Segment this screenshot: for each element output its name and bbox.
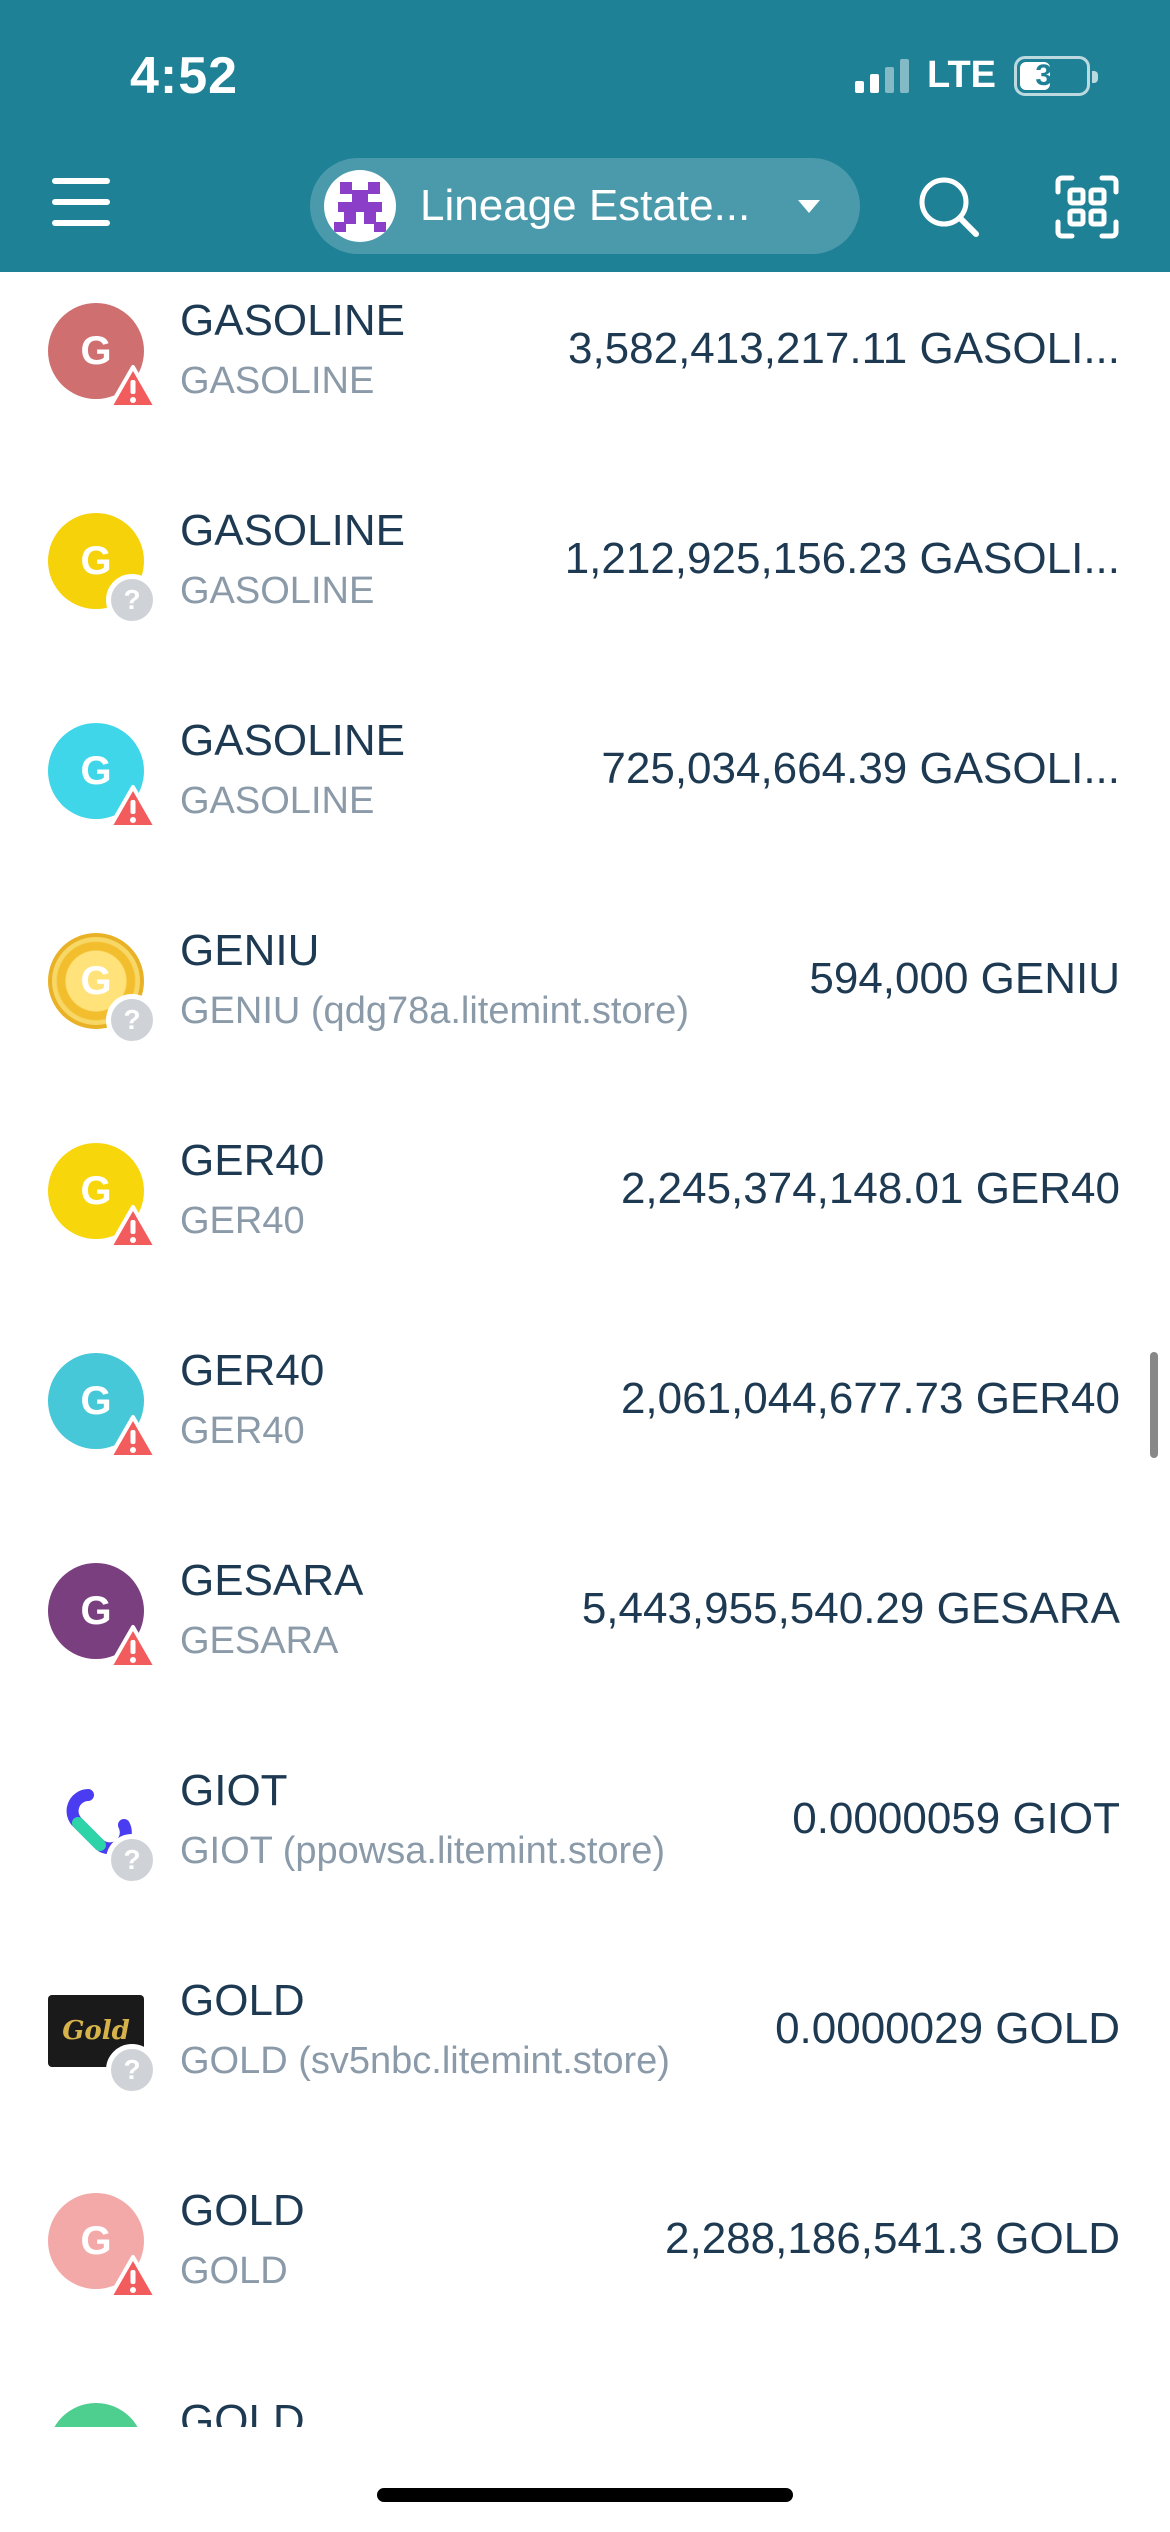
token-row[interactable]: G GER40 GER40 2,245,374,148.01 GER40 bbox=[0, 1108, 1170, 1318]
question-mark-icon: ? bbox=[106, 994, 158, 1046]
token-subtitle: GASOLINE bbox=[180, 570, 375, 612]
network-type: LTE bbox=[927, 54, 996, 96]
token-title: GOLD bbox=[180, 2186, 305, 2235]
token-subtitle: GOLD (sv5nbc.litemint.store) bbox=[180, 2040, 670, 2082]
account-name: Lineage Estate... bbox=[420, 181, 751, 230]
cellular-signal-icon bbox=[855, 58, 910, 93]
question-mark-icon: ? bbox=[106, 574, 158, 626]
token-icon bbox=[48, 2403, 144, 2427]
battery-level: 35 bbox=[1035, 58, 1069, 92]
token-balance: 1,212,925,156.23 GASOLI... bbox=[564, 534, 1120, 583]
token-list[interactable]: G GASOLINE GASOLINE 3,582,413,217.11 GASOLI… bbox=[0, 272, 1170, 2427]
token-subtitle: GASOLINE bbox=[180, 780, 375, 822]
token-subtitle: GIOT (ppowsa.litemint.store) bbox=[180, 1830, 666, 1872]
token-balance: 5,443,955,540.29 GESARA bbox=[581, 1584, 1120, 1633]
token-row[interactable]: GOLD bbox=[0, 2368, 1170, 2427]
scrollbar[interactable] bbox=[1150, 1352, 1158, 1458]
qr-scan-icon[interactable] bbox=[1052, 172, 1122, 242]
token-row[interactable]: Gold? GOLD GOLD (sv5nbc.litemint.store) 0.0… bbox=[0, 1948, 1170, 2158]
question-mark-icon: ? bbox=[106, 2044, 158, 2096]
status-indicators: LTE 35 bbox=[855, 54, 1098, 97]
token-title: GOLD bbox=[180, 1976, 305, 2025]
warning-icon bbox=[108, 365, 158, 409]
token-title: GIOT bbox=[180, 1766, 288, 1815]
token-row[interactable]: G? GENIU GENIU (qdg78a.litemint.store) 594,… bbox=[0, 898, 1170, 1108]
token-row[interactable]: G GASOLINE GASOLINE 725,034,664.39 GASOLI..… bbox=[0, 688, 1170, 898]
token-balance: 2,288,186,541.3 GOLD bbox=[665, 2214, 1120, 2263]
warning-icon bbox=[108, 1625, 158, 1669]
token-subtitle: GESARA bbox=[180, 1620, 339, 1662]
token-icon-letter: G bbox=[80, 538, 112, 583]
token-row[interactable]: G GOLD GOLD 2,288,186,541.3 GOLD bbox=[0, 2158, 1170, 2368]
token-title: GASOLINE bbox=[180, 506, 405, 555]
token-title: GASOLINE bbox=[180, 716, 405, 765]
token-row[interactable]: G? GASOLINE GASOLINE 1,212,925,156.23 GASOL… bbox=[0, 478, 1170, 688]
token-row[interactable]: G GASOLINE GASOLINE 3,582,413,217.11 GASOLI… bbox=[0, 272, 1170, 478]
token-row[interactable]: G GER40 GER40 2,061,044,677.73 GER40 bbox=[0, 1318, 1170, 1528]
token-title: GER40 bbox=[180, 1136, 325, 1185]
token-icon-letter: G bbox=[80, 958, 112, 1003]
warning-icon bbox=[108, 1205, 158, 1249]
token-balance: 2,061,044,677.73 GER40 bbox=[620, 1374, 1120, 1423]
token-subtitle: GENIU (qdg78a.litemint.store) bbox=[180, 990, 689, 1032]
token-subtitle: GER40 bbox=[180, 1200, 305, 1242]
token-subtitle: GASOLINE bbox=[180, 360, 375, 402]
token-title: GENIU bbox=[180, 926, 320, 975]
question-mark-icon: ? bbox=[106, 1834, 158, 1886]
chevron-down-icon bbox=[798, 199, 820, 213]
warning-icon bbox=[108, 2255, 158, 2299]
home-indicator[interactable] bbox=[377, 2488, 793, 2502]
token-title: GASOLINE bbox=[180, 296, 405, 345]
account-selector[interactable]: Lineage Estate... bbox=[310, 158, 860, 254]
token-balance: 0.0000029 GOLD bbox=[775, 2004, 1120, 2053]
search-icon[interactable] bbox=[914, 172, 984, 242]
token-title: GER40 bbox=[180, 1346, 325, 1395]
token-title: GESARA bbox=[180, 1556, 364, 1605]
account-avatar-icon bbox=[324, 170, 396, 242]
token-row[interactable]: G GESARA GESARA 5,443,955,540.29 GESARA bbox=[0, 1528, 1170, 1738]
token-balance: 3,582,413,217.11 GASOLI... bbox=[567, 324, 1120, 373]
token-balance: 0.0000059 GIOT bbox=[792, 1794, 1120, 1843]
warning-icon bbox=[108, 785, 158, 829]
token-title: GOLD bbox=[180, 2396, 305, 2427]
menu-button[interactable] bbox=[52, 178, 110, 228]
token-row[interactable]: ? GIOT GIOT (ppowsa.litemint.store) 0.00000… bbox=[0, 1738, 1170, 1948]
token-subtitle: GER40 bbox=[180, 1410, 305, 1452]
token-balance: 2,245,374,148.01 GER40 bbox=[620, 1164, 1120, 1213]
warning-icon bbox=[108, 1415, 158, 1459]
app-header: 4:52 LTE 35 Lineage Estate... bbox=[0, 0, 1170, 272]
token-balance: 725,034,664.39 GASOLI... bbox=[601, 744, 1120, 793]
token-subtitle: GOLD bbox=[180, 2250, 288, 2292]
battery-icon: 35 bbox=[1014, 55, 1098, 96]
status-time: 4:52 bbox=[130, 47, 239, 105]
token-balance: 594,000 GENIU bbox=[809, 954, 1120, 1003]
